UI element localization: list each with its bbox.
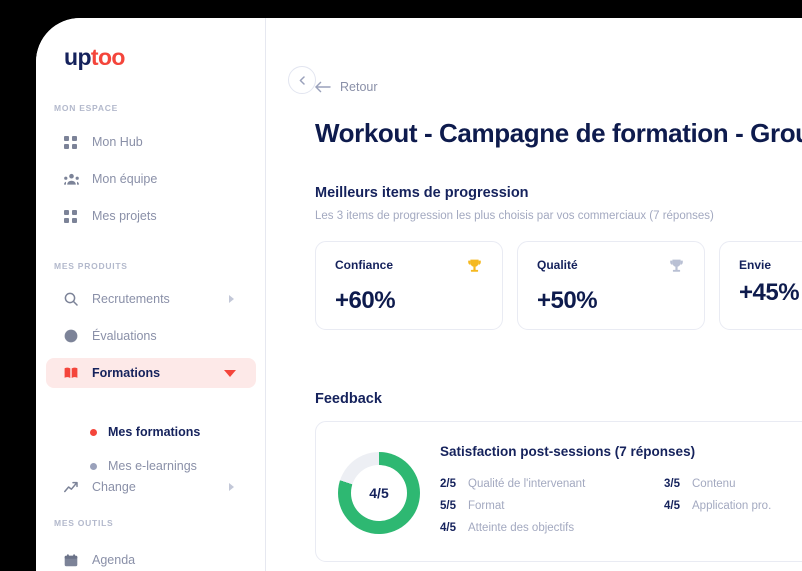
sidebar-subitem-mes-formations[interactable]: Mes formations xyxy=(46,419,256,445)
sidebar-item-mon-equipe[interactable]: Mon équipe xyxy=(46,164,256,194)
donut-center: 4/5 xyxy=(351,465,407,521)
trophy-gold-icon xyxy=(466,258,483,280)
sidebar-item-agenda[interactable]: Agenda xyxy=(46,545,256,571)
feedback-card: 4/5 Satisfaction post-sessions (7 répons… xyxy=(315,421,802,562)
logo-text-up: up xyxy=(64,44,92,70)
sidebar-subitem-label: Mes formations xyxy=(108,425,201,439)
sidebar-section-mes-outils: MES OUTILS xyxy=(54,518,114,528)
sidebar-item-label: Mes projets xyxy=(92,209,157,223)
sidebar-item-label: Recrutements xyxy=(92,292,170,306)
satisfaction-donut-chart: 4/5 xyxy=(338,452,420,534)
arrow-left-icon xyxy=(315,81,331,93)
progression-card-label: Confiance xyxy=(335,258,394,272)
calendar-icon xyxy=(64,553,86,567)
progression-card-envie[interactable]: Envie +45% xyxy=(719,241,802,330)
feedback-name: Format xyxy=(468,500,505,512)
sidebar-item-label: Formations xyxy=(92,366,161,380)
sidebar-subitem-label: Mes e-learnings xyxy=(108,459,197,473)
feedback-score: 5/5 xyxy=(440,500,456,512)
sidebar-item-label: Mon équipe xyxy=(92,172,158,186)
feedback-row: 4/5 Atteinte des objectifs xyxy=(440,522,585,544)
sidebar-section-mon-espace: MON ESPACE xyxy=(54,103,119,113)
book-icon xyxy=(64,367,86,379)
section-subtitle-progression: Les 3 items de progression les plus choi… xyxy=(315,210,714,222)
sidebar-item-label: Change xyxy=(92,480,136,494)
feedback-column-right: 3/5 Contenu 4/5 Application pro. xyxy=(664,478,771,522)
feedback-row: 4/5 Application pro. xyxy=(664,500,771,522)
back-label: Retour xyxy=(340,80,378,94)
feedback-row: 2/5 Qualité de l'intervenant xyxy=(440,478,585,500)
feedback-column-left: 2/5 Qualité de l'intervenant 5/5 Format … xyxy=(440,478,585,544)
bullet-icon xyxy=(90,428,97,436)
screenshot-root: uptoo MON ESPACE Mon Hub Mon équipe Mes … xyxy=(0,0,802,571)
sidebar-item-label: Mon Hub xyxy=(92,135,143,149)
section-title-progression: Meilleurs items de progression xyxy=(315,185,529,201)
sidebar-item-recrutements[interactable]: Recrutements xyxy=(46,284,256,314)
chevron-right-icon xyxy=(229,483,234,491)
sidebar-item-mon-hub[interactable]: Mon Hub xyxy=(46,127,256,157)
sidebar-item-mes-projets[interactable]: Mes projets xyxy=(46,201,256,231)
feedback-score: 4/5 xyxy=(440,522,456,534)
progression-cards: Confiance +60% Qualité +50% Envie +45% xyxy=(315,241,802,330)
sidebar-item-label: Évaluations xyxy=(92,329,157,343)
feedback-name: Atteinte des objectifs xyxy=(468,522,575,534)
search-icon xyxy=(64,292,86,306)
chevron-down-icon[interactable] xyxy=(224,369,236,377)
main-content: Retour Workout - Campagne de formation -… xyxy=(267,18,802,571)
donut-score-label: 4/5 xyxy=(369,485,389,501)
app-logo[interactable]: uptoo xyxy=(64,46,125,69)
chevron-left-icon xyxy=(299,75,305,85)
progression-card-qualite[interactable]: Qualité +50% xyxy=(517,241,705,330)
trending-up-icon xyxy=(64,481,86,493)
progression-card-value: +50% xyxy=(537,287,598,314)
grid-icon xyxy=(64,209,86,223)
feedback-row: 3/5 Contenu xyxy=(664,478,771,500)
progression-card-label: Qualité xyxy=(537,258,578,272)
logo-text-too: too xyxy=(90,44,126,70)
sidebar-item-evaluations[interactable]: Évaluations xyxy=(46,321,256,351)
back-link[interactable]: Retour xyxy=(315,80,378,94)
feedback-score: 2/5 xyxy=(440,478,456,490)
progression-card-label: Envie xyxy=(739,258,772,272)
bullet-icon xyxy=(90,462,97,470)
section-title-feedback: Feedback xyxy=(315,391,382,407)
progression-card-value: +60% xyxy=(335,287,396,314)
page-title: Workout - Campagne de formation - Grou xyxy=(315,118,802,148)
trophy-silver-icon xyxy=(668,258,685,280)
pie-chart-icon xyxy=(64,329,86,343)
sidebar-item-label: Agenda xyxy=(92,553,136,567)
feedback-name: Application pro. xyxy=(692,500,772,512)
app-window: uptoo MON ESPACE Mon Hub Mon équipe Mes … xyxy=(36,18,802,571)
sidebar-section-mes-produits: MES PRODUITS xyxy=(54,261,128,271)
grid-icon xyxy=(64,135,86,149)
feedback-score: 3/5 xyxy=(664,478,680,490)
sidebar-item-formations[interactable]: Formations xyxy=(46,358,256,388)
collapse-sidebar-button[interactable] xyxy=(288,66,316,94)
feedback-card-title: Satisfaction post-sessions (7 réponses) xyxy=(440,444,696,459)
sidebar-item-change[interactable]: Change xyxy=(46,472,256,502)
progression-card-confiance[interactable]: Confiance +60% xyxy=(315,241,503,330)
sidebar: uptoo MON ESPACE Mon Hub Mon équipe Mes … xyxy=(36,18,266,571)
progression-card-value: +45% xyxy=(739,279,800,306)
chevron-right-icon xyxy=(229,295,234,303)
feedback-row: 5/5 Format xyxy=(440,500,585,522)
people-icon xyxy=(64,173,86,186)
feedback-score: 4/5 xyxy=(664,500,680,512)
feedback-name: Contenu xyxy=(692,478,736,490)
feedback-name: Qualité de l'intervenant xyxy=(468,478,586,490)
